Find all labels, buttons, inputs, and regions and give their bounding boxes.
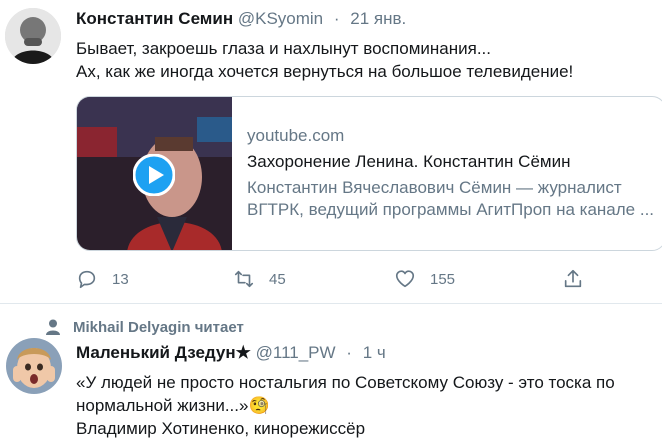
tweet-timestamp[interactable]: 1 ч <box>363 343 386 362</box>
tweet-konstantin-semin[interactable]: Константин Семин @KSyomin · 21 янв. Быва… <box>0 0 662 304</box>
reply-icon <box>78 270 96 289</box>
reply-count: 13 <box>112 270 129 288</box>
heart-icon <box>395 270 415 288</box>
tweet-timestamp[interactable]: 21 янв. <box>350 9 406 28</box>
tweet-text: «У людей не просто ностальгия по Советск… <box>76 371 615 440</box>
avatar[interactable] <box>6 338 62 394</box>
separator-dot: · <box>346 343 352 362</box>
like-button[interactable]: 155 <box>394 266 455 292</box>
avatar-image <box>6 338 62 394</box>
retweet-button[interactable]: 45 <box>233 266 286 292</box>
reply-button[interactable]: 13 <box>76 266 129 292</box>
tweet-text: Бывает, закроешь глаза и нахлынут воспом… <box>76 37 573 83</box>
person-icon <box>46 319 60 335</box>
share-button[interactable] <box>562 266 584 292</box>
separator-dot: · <box>333 9 340 28</box>
follow-context[interactable]: Mikhail Delyagin читает <box>46 317 244 337</box>
author-handle[interactable]: @KSyomin <box>238 9 323 28</box>
author-name[interactable]: Маленький Дзедун★ <box>76 343 251 362</box>
link-card[interactable]: youtube.com Захоронение Ленина. Констант… <box>76 96 662 251</box>
card-domain: youtube.com <box>247 126 345 145</box>
timeline-feed: Константин Семин @KSyomin · 21 янв. Быва… <box>0 0 662 444</box>
retweet-icon <box>234 270 254 288</box>
avatar[interactable] <box>5 8 61 64</box>
like-count: 155 <box>430 270 456 288</box>
author-handle[interactable]: @111_PW <box>256 343 336 362</box>
tweet-text-line: нормальной жизни...»🧐 <box>76 396 270 415</box>
tweet-text-line: Бывает, закроешь глаза и нахлынут воспом… <box>76 39 491 58</box>
tweet-text-line: «У людей не просто ностальгия по Советск… <box>76 373 615 392</box>
tweet-header: Маленький Дзедун★ @111_PW · 1 ч <box>76 343 386 363</box>
tweet-text-line: Ах, как же иногда хочется вернуться на б… <box>76 62 574 81</box>
share-icon <box>564 269 582 288</box>
tweet-text-line: Владимир Хотиненко, кинорежиссёр <box>76 419 366 438</box>
card-description: Константин Вячеславович Сёмин — журналис… <box>247 178 655 219</box>
context-text: Mikhail Delyagin читает <box>73 318 244 336</box>
author-name[interactable]: Константин Семин <box>76 9 233 28</box>
play-icon[interactable] <box>132 153 176 197</box>
avatar-image <box>5 8 61 64</box>
video-thumbnail[interactable] <box>77 97 232 250</box>
card-body: youtube.com Захоронение Ленина. Констант… <box>247 125 662 221</box>
retweet-count: 45 <box>269 270 286 288</box>
tweet-header: Константин Семин @KSyomin · 21 янв. <box>76 9 406 29</box>
tweet-actions: 13 45 155 <box>76 266 596 292</box>
card-title: Захоронение Ленина. Константин Сёмин <box>247 152 571 171</box>
